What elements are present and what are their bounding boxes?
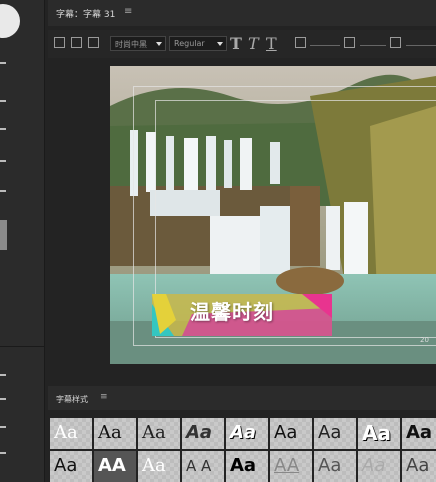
style-swatch[interactable]: Aa xyxy=(182,418,224,449)
style-swatch[interactable]: Aa xyxy=(50,418,92,449)
left-tick xyxy=(0,100,6,102)
style-swatch[interactable]: Aa xyxy=(226,418,268,449)
chevron-down-icon xyxy=(156,42,162,46)
new-title-icon[interactable] xyxy=(54,37,65,48)
style-swatch[interactable]: A A xyxy=(182,451,224,482)
style-swatch[interactable]: AA xyxy=(94,451,136,482)
style-swatch[interactable]: AA xyxy=(270,451,312,482)
style-swatch[interactable]: Aa xyxy=(226,451,268,482)
style-swatch[interactable]: Aa xyxy=(138,451,180,482)
title-styles-grid: Aa Aa Aa Aa Aa Aa Aa Aa Aa Aa AA Aa A A … xyxy=(48,416,436,482)
leading-icon[interactable] xyxy=(390,37,401,48)
left-tick xyxy=(0,374,6,376)
corner-mark: 20 xyxy=(420,336,429,344)
left-tick xyxy=(0,160,6,162)
style-swatch[interactable]: Aa xyxy=(358,451,400,482)
panel-title: 字幕：字幕 31 xyxy=(56,10,116,20)
left-tick xyxy=(0,190,6,192)
left-divider xyxy=(0,346,44,347)
tool-circle-icon[interactable] xyxy=(0,4,20,38)
chevron-down-icon xyxy=(217,42,223,46)
kerning-icon[interactable] xyxy=(344,37,355,48)
styles-menu-icon[interactable]: ≡ xyxy=(100,392,108,402)
style-swatch[interactable]: Aa xyxy=(314,451,356,482)
left-tick xyxy=(0,426,6,428)
style-swatch[interactable]: Aa xyxy=(94,418,136,449)
style-swatch[interactable]: Aa xyxy=(358,418,400,449)
roll-crawl-icon[interactable] xyxy=(71,37,82,48)
left-tick xyxy=(0,128,6,130)
kerning-slider[interactable] xyxy=(360,45,386,46)
style-swatch[interactable]: Aa xyxy=(270,418,312,449)
title-toolbar xyxy=(48,30,436,58)
left-panel-strip xyxy=(0,0,45,482)
left-tick xyxy=(0,62,6,64)
leading-slider[interactable] xyxy=(406,45,436,46)
italic-button[interactable]: T xyxy=(248,34,259,53)
style-swatch[interactable]: Aa xyxy=(402,451,436,482)
size-slider[interactable] xyxy=(310,45,340,46)
font-family-select[interactable]: 时尚中黑 xyxy=(110,36,166,51)
style-swatch[interactable]: Aa xyxy=(314,418,356,449)
style-swatch[interactable]: Aa xyxy=(138,418,180,449)
styles-title: 字幕样式 xyxy=(56,395,88,404)
left-tick xyxy=(0,398,6,400)
title-text[interactable]: 温馨时刻 xyxy=(190,296,274,325)
style-swatch[interactable]: Aa xyxy=(402,418,436,449)
left-selected-item[interactable] xyxy=(0,220,7,250)
underline-button[interactable]: T xyxy=(266,34,277,53)
templates-icon[interactable] xyxy=(88,37,99,48)
style-swatch[interactable]: Aa xyxy=(50,451,92,482)
panel-menu-icon[interactable]: ≡ xyxy=(124,6,132,17)
left-tick xyxy=(0,452,6,454)
bold-button[interactable]: T xyxy=(230,34,242,53)
font-style-select[interactable]: Regular xyxy=(169,36,227,51)
font-size-icon[interactable] xyxy=(295,37,306,48)
